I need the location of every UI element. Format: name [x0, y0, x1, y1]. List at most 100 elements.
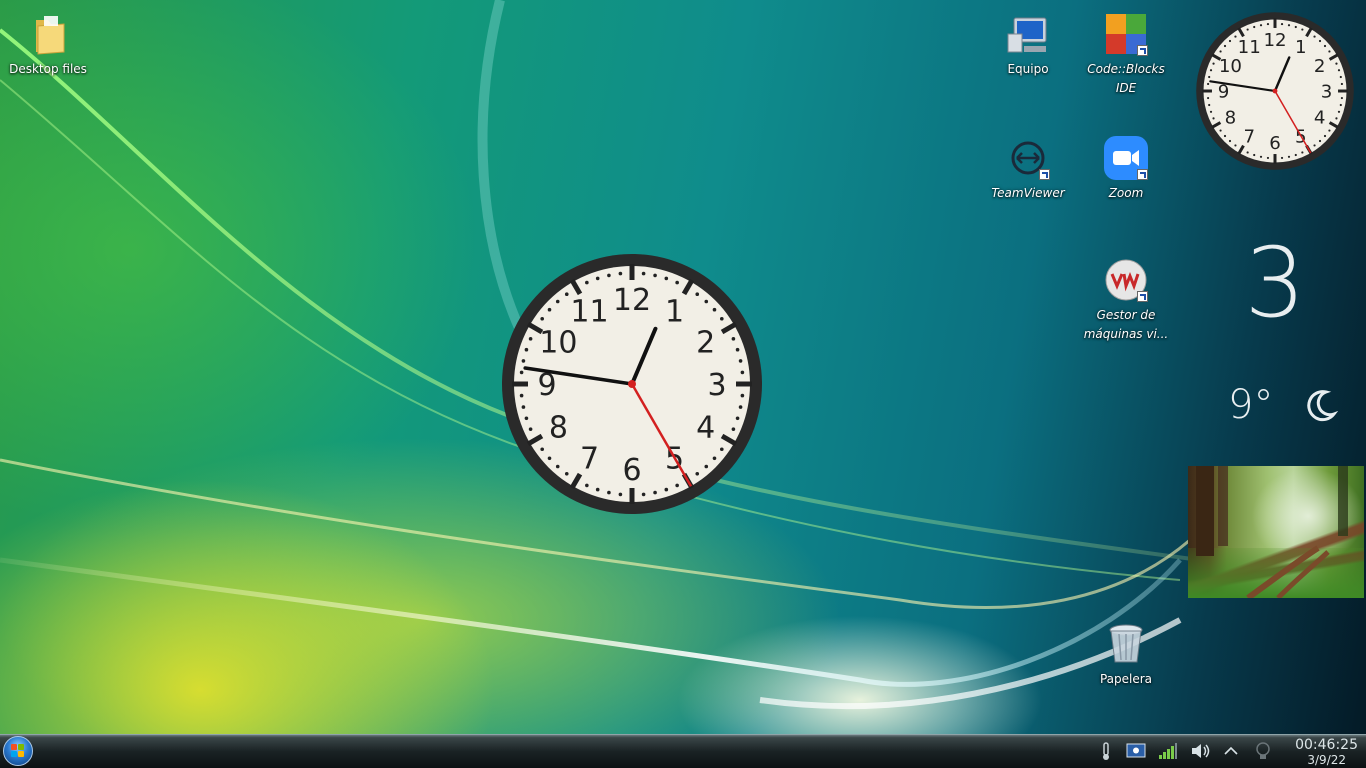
analog-clock-widget-small[interactable]: 121234567891011: [1195, 11, 1355, 171]
clock-center-pin: [1272, 88, 1278, 94]
clock-numeral: 1: [1295, 37, 1307, 58]
clock-minute-dot: [1208, 75, 1211, 79]
desktop-icon-teamviewer[interactable]: TeamViewer: [980, 134, 1076, 203]
photo-frame-widget[interactable]: [1188, 466, 1364, 598]
clock-minute-dot: [1287, 155, 1291, 158]
clock-minute-dot: [1340, 82, 1343, 86]
clock-numeral: 1: [665, 294, 684, 329]
clock-minute-dot: [1219, 50, 1222, 53]
clock-numeral: 6: [622, 453, 641, 488]
clock-minute-dot: [653, 490, 657, 495]
desktop-icon-desktop-files[interactable]: Desktop files: [0, 10, 96, 79]
clock-minute-dot: [1228, 139, 1232, 143]
computer-icon: [1004, 10, 1052, 58]
clock-minute-dot: [607, 273, 611, 278]
desktop[interactable]: Desktop files Equipo Code::Blocks IDE Te…: [0, 0, 1366, 734]
clock-minute-dot: [1301, 28, 1304, 31]
clock-minute-dot: [1335, 117, 1338, 120]
clock-minute-dot: [731, 427, 736, 431]
shortcut-arrow-icon: [1137, 169, 1148, 180]
clock-numeral: 7: [1243, 126, 1255, 147]
clock-minute-dot: [695, 472, 700, 476]
network-signal-icon[interactable]: [1158, 741, 1178, 761]
clock-minute-dot: [1313, 35, 1316, 38]
clock-minute-dot: [564, 472, 569, 476]
clock-minute-dot: [1259, 155, 1263, 158]
clock-minute-dot: [1318, 39, 1322, 43]
clock-numeral: 10: [539, 326, 577, 361]
clock-minute-dot: [1323, 134, 1327, 138]
clock-minute-dot: [1335, 62, 1338, 65]
desktop-icon-label: Equipo: [1007, 62, 1049, 76]
clock-minute-dot: [735, 416, 740, 421]
clock-minute-dot: [1212, 62, 1215, 65]
desktop-icon-codeblocks[interactable]: Code::Blocks IDE: [1078, 10, 1174, 98]
taskbar-clock-time[interactable]: 00:46:25: [1295, 737, 1358, 754]
clock-center-pin: [628, 380, 636, 388]
clock-minute-dot: [740, 370, 745, 375]
weather-temperature: 9°: [1228, 382, 1274, 428]
clock-minute-dot: [1234, 35, 1237, 38]
clock-numeral: 4: [696, 411, 715, 446]
clock-minute-dot: [1209, 110, 1213, 113]
clock-minute-dot: [1328, 50, 1331, 53]
clock-minute-dot: [585, 280, 589, 285]
thermometer-icon[interactable]: [1096, 741, 1116, 761]
calendar-day-widget[interactable]: 3: [1230, 228, 1320, 338]
start-button[interactable]: [3, 736, 33, 766]
clock-minute-dot: [524, 347, 529, 352]
analog-clock-widget-large[interactable]: 121234567891011: [500, 252, 764, 516]
display-settings-icon[interactable]: [1126, 741, 1146, 761]
clock-minute-dot: [1339, 103, 1342, 107]
clock-minute-dot: [1219, 129, 1222, 132]
zoom-icon: [1102, 134, 1150, 182]
clock-minute-dot: [735, 347, 740, 352]
clock-numeral: 12: [1263, 30, 1286, 51]
desktop-icon-equipo[interactable]: Equipo: [980, 10, 1076, 79]
clock-minute-dot: [675, 483, 679, 488]
clock-minute-dot: [720, 316, 724, 321]
clock-minute-dot: [524, 416, 529, 421]
lightbulb-icon[interactable]: [1254, 741, 1274, 761]
codeblocks-icon: [1102, 10, 1150, 58]
clock-numeral: 11: [570, 294, 608, 329]
desktop-icon-label: Papelera: [1099, 672, 1153, 686]
clock-minute-dot: [1259, 24, 1263, 27]
clock-numeral: 6: [1269, 133, 1281, 154]
taskbar: 00:46:25 3/9/22: [0, 734, 1366, 768]
clock-minute-dot: [1323, 44, 1327, 48]
shortcut-arrow-icon: [1137, 291, 1148, 302]
clock-minute-dot: [1234, 144, 1237, 147]
clock-minute-dot: [1337, 69, 1341, 72]
clock-minute-dot: [1294, 25, 1297, 29]
volume-icon[interactable]: [1190, 741, 1210, 761]
desktop-icon-virt-manager[interactable]: Gestor de máquinas vi...: [1078, 256, 1174, 344]
clock-minute-dot: [1253, 25, 1256, 29]
clock-minute-dot: [595, 487, 600, 492]
clock-minute-dot: [1246, 151, 1249, 154]
clock-minute-dot: [555, 299, 560, 304]
clock-minute-dot: [618, 271, 623, 276]
show-hidden-icons-chevron-icon[interactable]: [1222, 741, 1242, 761]
clock-minute-dot: [1340, 96, 1343, 100]
start-orb-icon: [11, 744, 25, 758]
clock-minute-dot: [1339, 75, 1342, 79]
desktop-icon-zoom[interactable]: Zoom: [1078, 134, 1174, 203]
desktop-icon-label: Code::Blocks IDE: [1087, 62, 1165, 95]
clock-minute-dot: [1287, 24, 1291, 27]
clock-minute-dot: [1266, 23, 1270, 26]
clock-minute-dot: [738, 405, 743, 409]
clock-minute-dot: [738, 359, 743, 363]
clock-minute-dot: [1318, 139, 1322, 143]
clock-minute-dot: [547, 307, 552, 312]
clock-minute-dot: [1253, 153, 1256, 157]
clock-minute-dot: [1209, 69, 1213, 72]
taskbar-clock-date[interactable]: 3/9/22: [1307, 753, 1346, 767]
photo-trees: [1196, 466, 1348, 598]
clock-numeral: 8: [549, 411, 568, 446]
desktop-icon-papelera[interactable]: Papelera: [1078, 620, 1174, 689]
clock-minute-dot: [1294, 153, 1297, 157]
recycle-bin-icon: [1102, 620, 1150, 668]
clock-minute-dot: [555, 464, 560, 469]
clock-minute-dot: [1208, 103, 1211, 107]
